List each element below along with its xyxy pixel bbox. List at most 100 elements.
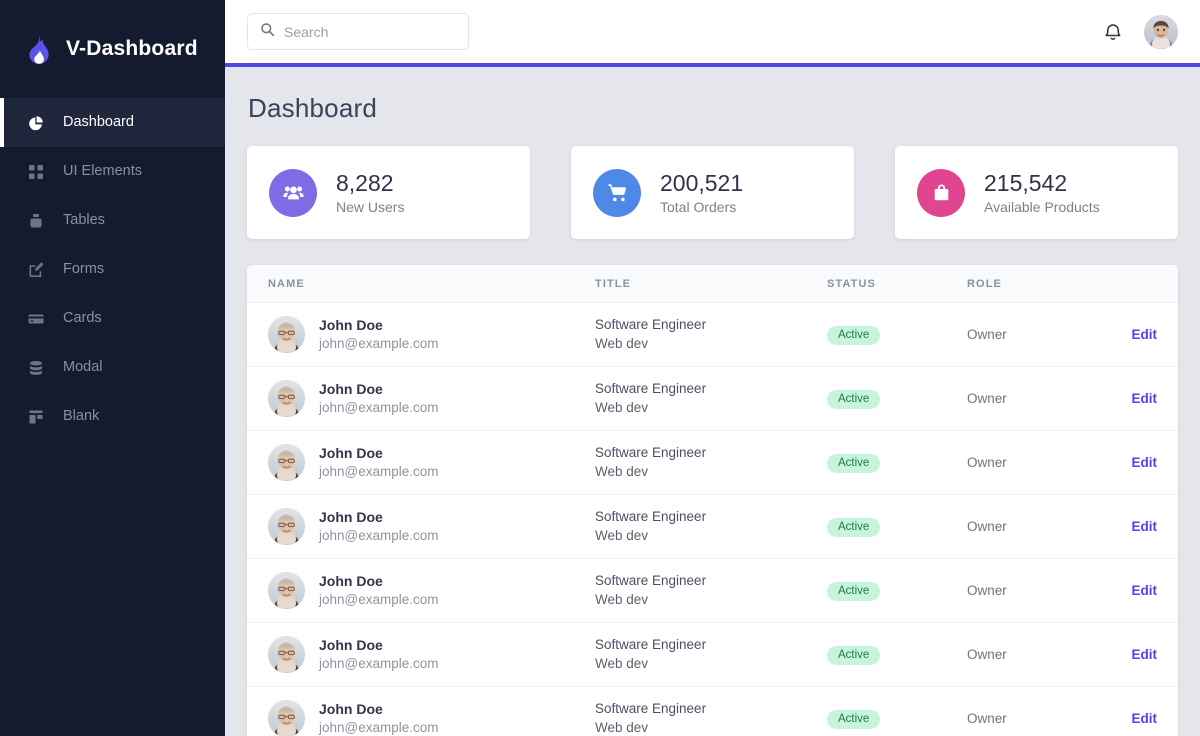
department: Web dev [595, 399, 649, 415]
stat-value: 8,282 [336, 169, 394, 196]
bell-icon[interactable] [1100, 19, 1126, 45]
credit-card-icon [26, 309, 45, 328]
sidebar-item-label: Dashboard [63, 114, 134, 131]
cell-role: Owner [967, 454, 1127, 472]
sidebar-nav: Dashboard UI Elements Tables Forms Cards… [0, 98, 225, 441]
cell-actions: Edit [1127, 518, 1178, 536]
user-identity: John Doe john@example.com [319, 636, 439, 673]
cell-actions: Edit [1127, 454, 1178, 472]
table-row[interactable]: John Doe john@example.com Software Engin… [247, 623, 1178, 687]
stat-cards: 8,282 New Users 200,521 Total Orders 215… [247, 146, 1178, 239]
user-name: John Doe [319, 700, 383, 717]
user-email: john@example.com [319, 463, 439, 479]
job-title: Software Engineer [595, 637, 707, 653]
cell-status: Active [827, 325, 967, 345]
role-text: Owner [967, 454, 1007, 470]
job-title: Software Engineer [595, 445, 707, 461]
role-text: Owner [967, 646, 1007, 662]
stat-text: 8,282 New Users [336, 170, 404, 215]
cell-title: Software Engineer Web dev [595, 700, 827, 736]
sidebar-item-modal[interactable]: Modal [0, 343, 225, 392]
column-header-status: STATUS [827, 277, 876, 290]
user-identity: John Doe john@example.com [319, 316, 439, 353]
search-input[interactable] [284, 23, 456, 40]
edit-link[interactable]: Edit [1132, 455, 1158, 470]
user-identity: John Doe john@example.com [319, 572, 439, 609]
role-text: Owner [967, 518, 1007, 534]
sidebar-item-tables[interactable]: Tables [0, 196, 225, 245]
edit-link[interactable]: Edit [1132, 711, 1158, 726]
edit-link[interactable]: Edit [1132, 327, 1158, 342]
pie-chart-icon [26, 113, 45, 132]
database-icon [26, 358, 45, 377]
cell-actions: Edit [1127, 390, 1178, 408]
avatar [268, 316, 305, 353]
column-header-title: TITLE [595, 277, 632, 290]
status-badge: Active [827, 453, 881, 473]
table-body: John Doe john@example.com Software Engin… [247, 303, 1178, 736]
cell-status: Active [827, 709, 967, 729]
app-root: V-Dashboard Dashboard UI Elements Tables [0, 0, 1200, 736]
table-row[interactable]: John Doe john@example.com Software Engin… [247, 687, 1178, 736]
edit-link[interactable]: Edit [1132, 583, 1158, 598]
table-row[interactable]: John Doe john@example.com Software Engin… [247, 303, 1178, 367]
sidebar-item-ui-elements[interactable]: UI Elements [0, 147, 225, 196]
user-email: john@example.com [319, 719, 439, 735]
sidebar: V-Dashboard Dashboard UI Elements Tables [0, 0, 225, 736]
table-row[interactable]: John Doe john@example.com Software Engin… [247, 495, 1178, 559]
status-badge: Active [827, 389, 881, 409]
edit-link[interactable]: Edit [1132, 391, 1158, 406]
user-identity: John Doe john@example.com [319, 700, 439, 736]
stat-label: Available Products [984, 199, 1100, 216]
brand[interactable]: V-Dashboard [0, 0, 225, 98]
department: Web dev [595, 463, 649, 479]
avatar [268, 636, 305, 673]
stat-card-new-users: 8,282 New Users [247, 146, 530, 239]
cell-status: Active [827, 517, 967, 537]
cell-name: John Doe john@example.com [247, 316, 595, 353]
user-email: john@example.com [319, 335, 439, 351]
cell-role: Owner [967, 390, 1127, 408]
user-name: John Doe [319, 572, 383, 589]
column-header-name: NAME [268, 277, 305, 290]
sidebar-item-forms[interactable]: Forms [0, 245, 225, 294]
search-box[interactable] [247, 13, 469, 50]
stat-card-total-orders: 200,521 Total Orders [571, 146, 854, 239]
cell-name: John Doe john@example.com [247, 700, 595, 736]
edit-link[interactable]: Edit [1132, 647, 1158, 662]
shopping-cart-icon [593, 168, 641, 217]
cell-role: Owner [967, 582, 1127, 600]
sidebar-item-label: Forms [63, 261, 105, 278]
avatar[interactable] [1144, 14, 1178, 49]
sidebar-item-dashboard[interactable]: Dashboard [0, 98, 225, 147]
stat-label: Total Orders [660, 199, 737, 216]
role-text: Owner [967, 390, 1007, 406]
sidebar-item-cards[interactable]: Cards [0, 294, 225, 343]
edit-link[interactable]: Edit [1132, 519, 1158, 534]
table-row[interactable]: John Doe john@example.com Software Engin… [247, 367, 1178, 431]
role-text: Owner [967, 326, 1007, 342]
user-name: John Doe [319, 508, 383, 525]
table-stack-icon [26, 211, 45, 230]
user-email: john@example.com [319, 527, 439, 543]
sidebar-item-label: Tables [63, 212, 105, 229]
cell-role: Owner [967, 326, 1127, 344]
table-header-row: NAME TITLE STATUS ROLE [247, 265, 1178, 303]
layout-icon [26, 407, 45, 426]
role-text: Owner [967, 710, 1007, 726]
table-row[interactable]: John Doe john@example.com Software Engin… [247, 431, 1178, 495]
table-row[interactable]: John Doe john@example.com Software Engin… [247, 559, 1178, 623]
sidebar-item-label: Blank [63, 408, 100, 425]
job-title: Software Engineer [595, 381, 707, 397]
page-title: Dashboard [248, 93, 377, 123]
cell-name: John Doe john@example.com [247, 380, 595, 417]
cell-title: Software Engineer Web dev [595, 444, 827, 480]
user-email: john@example.com [319, 399, 439, 415]
department: Web dev [595, 335, 649, 351]
avatar [268, 572, 305, 609]
users-group-icon [269, 168, 317, 217]
sidebar-item-blank[interactable]: Blank [0, 392, 225, 441]
grid-dots-icon [26, 162, 45, 181]
topbar-actions [1100, 14, 1178, 49]
cell-name: John Doe john@example.com [247, 636, 595, 673]
